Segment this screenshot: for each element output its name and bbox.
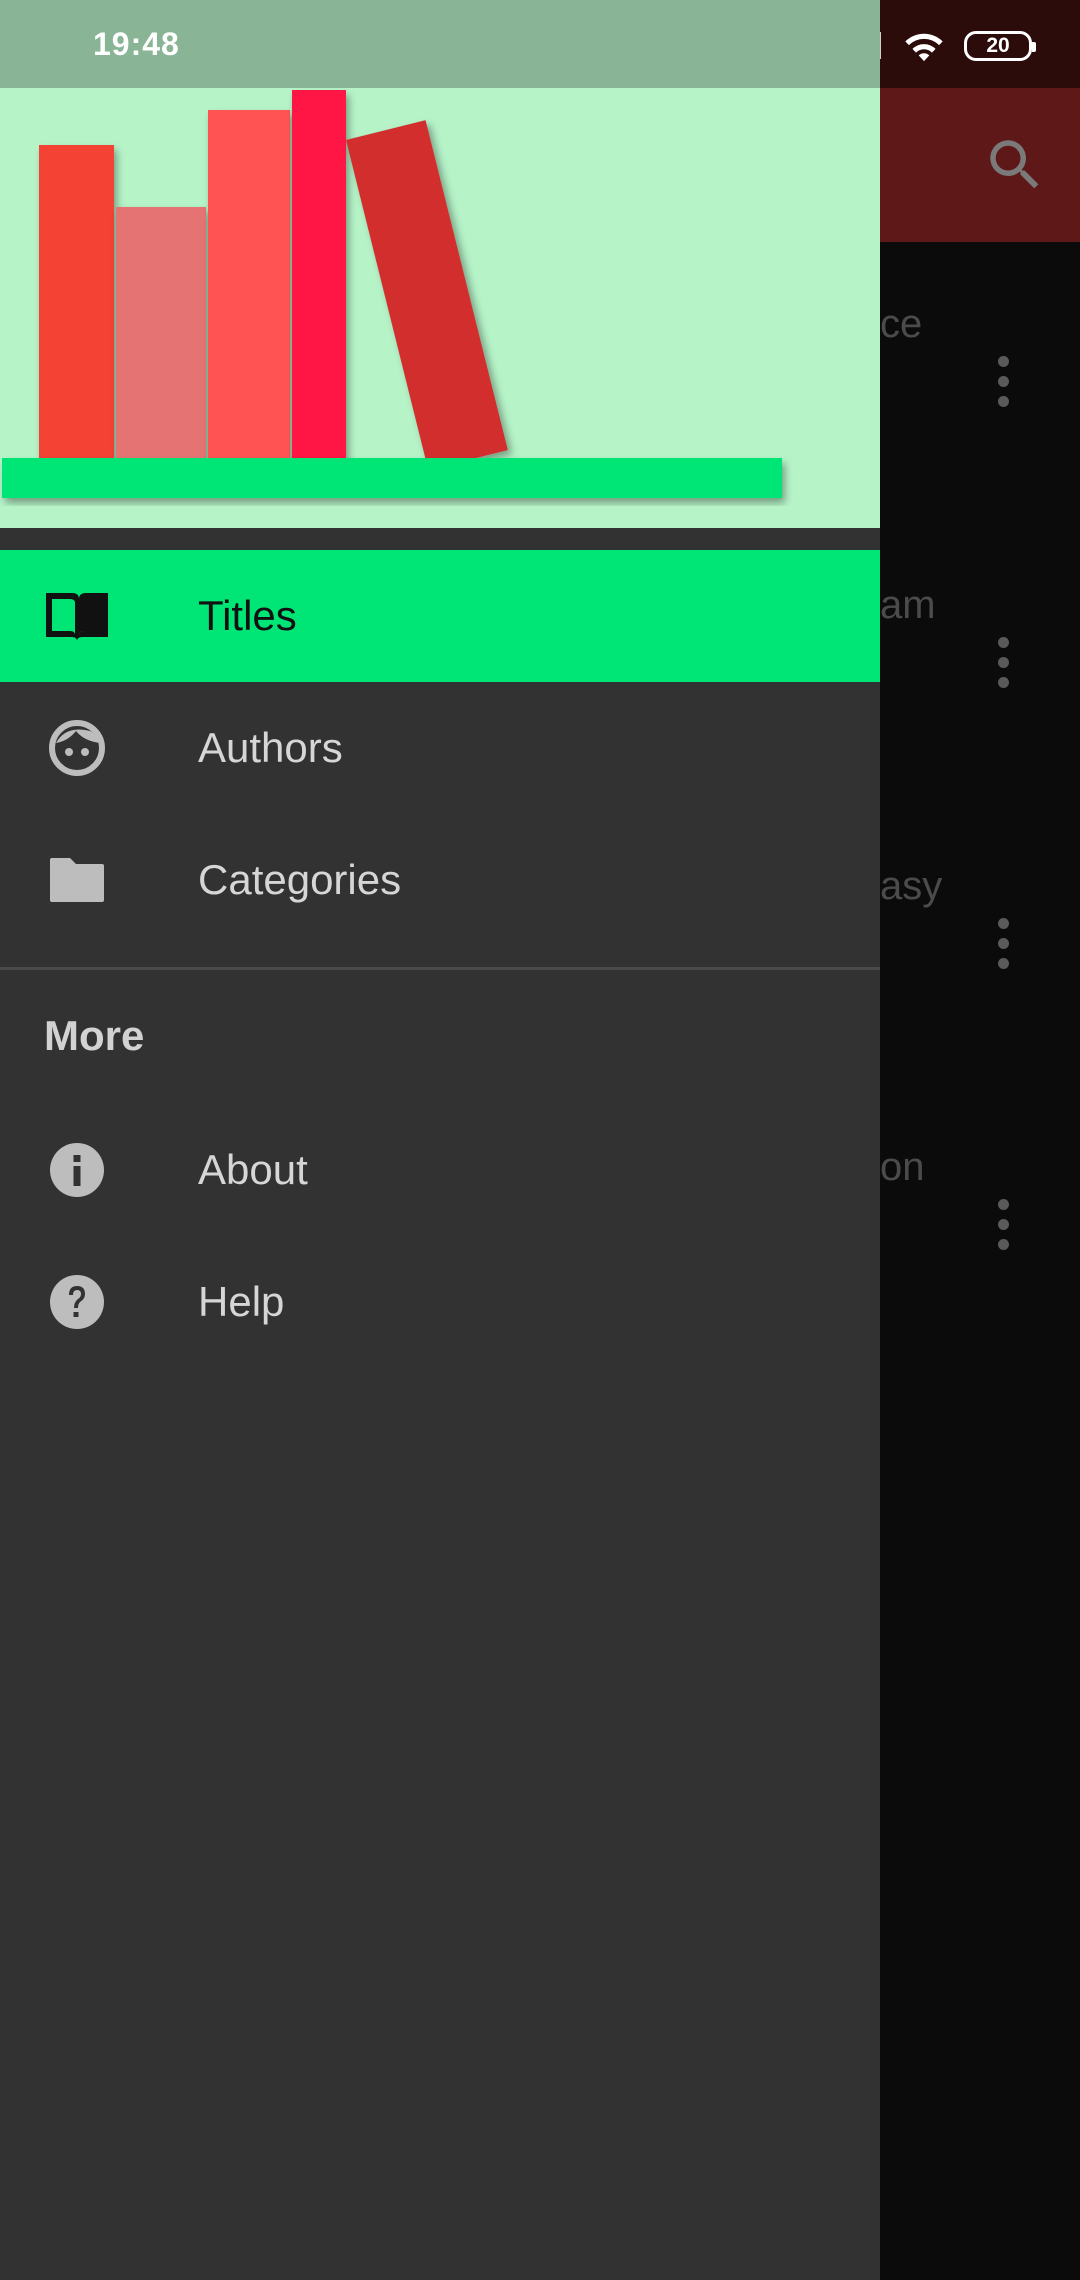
more-vert-icon[interactable] xyxy=(988,352,1018,412)
drawer-divider xyxy=(0,967,880,970)
drawer-item-authors[interactable]: Authors xyxy=(0,682,880,814)
bookshelf-illustration xyxy=(2,90,782,498)
face-icon xyxy=(44,715,110,781)
wifi-icon xyxy=(905,33,943,62)
drawer-item-label: About xyxy=(198,1146,308,1193)
more-vert-icon[interactable] xyxy=(988,914,1018,974)
drawer-item-label: Titles xyxy=(198,592,297,639)
drawer-item-categories[interactable]: Categories xyxy=(0,814,880,946)
navigation-drawer: 19:48 Titles Authors Categories More Abo… xyxy=(0,0,880,2280)
folder-icon xyxy=(44,847,110,913)
info-icon xyxy=(44,1137,110,1203)
drawer-item-label: Help xyxy=(198,1278,285,1325)
background-row-text: ce xyxy=(880,302,923,346)
battery-icon: 20 xyxy=(964,31,1036,61)
background-row-text: on xyxy=(880,1145,925,1189)
book-open-icon xyxy=(44,583,110,649)
more-vert-icon[interactable] xyxy=(988,633,1018,693)
drawer-item-label: Authors xyxy=(198,724,343,771)
drawer-item-titles[interactable]: Titles xyxy=(0,550,880,682)
drawer-item-about[interactable]: About xyxy=(0,1104,880,1236)
drawer-status-bar: 19:48 xyxy=(0,0,880,88)
drawer-item-help[interactable]: Help xyxy=(0,1236,880,1368)
more-vert-icon[interactable] xyxy=(988,1195,1018,1255)
background-row-text: asy xyxy=(880,864,943,908)
drawer-section-header: More xyxy=(44,1012,145,1059)
background-row-text: am xyxy=(880,583,936,627)
status-time: 19:48 xyxy=(93,26,180,62)
drawer-item-label: Categories xyxy=(198,856,402,903)
search-icon[interactable] xyxy=(982,132,1048,198)
drawer-header-image xyxy=(0,88,880,528)
help-icon xyxy=(44,1269,110,1335)
